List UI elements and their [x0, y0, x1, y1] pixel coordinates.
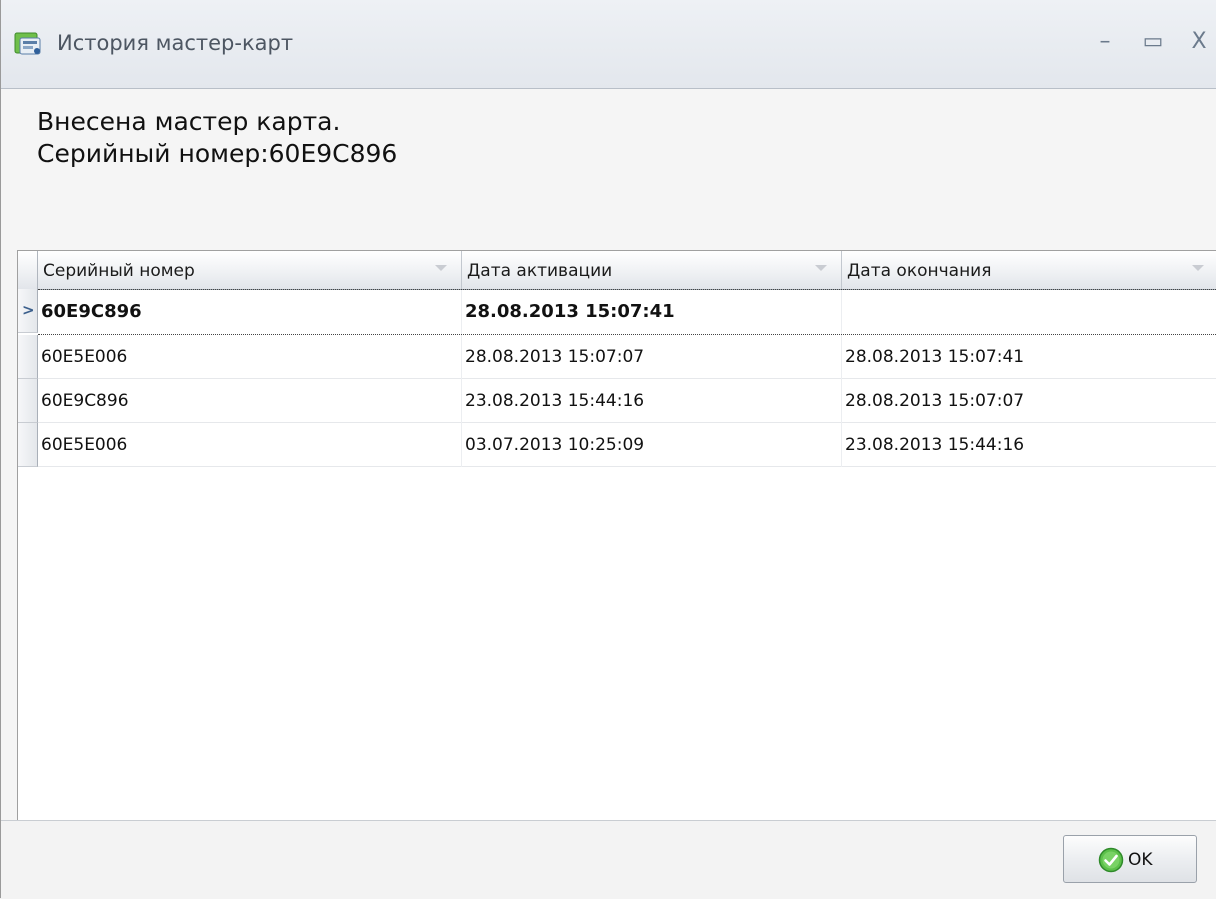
current-row-arrow-icon: >: [22, 301, 35, 319]
minimize-icon[interactable]: –: [1087, 26, 1123, 58]
cell-activation[interactable]: 23.08.2013 15:44:16: [462, 379, 842, 423]
message-line-1: Внесена мастер карта.: [37, 107, 341, 136]
master-cards-grid[interactable]: Серийный номер Дата активации Дата оконч…: [17, 250, 1216, 821]
ok-button-label: OK: [1128, 850, 1153, 870]
row-indicator[interactable]: >: [18, 289, 38, 333]
close-icon[interactable]: X: [1181, 26, 1216, 58]
cell-serial[interactable]: 60E9C896: [38, 290, 462, 334]
table-row[interactable]: 60E9C896 23.08.2013 15:44:16 28.08.2013 …: [38, 379, 1216, 423]
column-header-end-label: Дата окончания: [847, 261, 992, 281]
check-circle-icon: [1098, 847, 1124, 873]
column-header-serial-label: Серийный номер: [43, 261, 195, 281]
column-header-activation-label: Дата активации: [467, 261, 613, 281]
dialog-footer: OK: [1, 820, 1216, 899]
sort-arrow-icon[interactable]: [1192, 265, 1204, 271]
sort-arrow-icon[interactable]: [435, 265, 447, 271]
column-header-end[interactable]: Дата окончания: [842, 251, 1216, 289]
cell-serial[interactable]: 60E9C896: [38, 379, 462, 423]
table-row[interactable]: 60E5E006 28.08.2013 15:07:07 28.08.2013 …: [38, 335, 1216, 379]
column-header-serial[interactable]: Серийный номер: [38, 251, 462, 289]
cell-end[interactable]: [842, 290, 1216, 334]
window-title: История мастер-карт: [57, 31, 294, 55]
dialog-window: История мастер-карт – ▭ X Внесена мастер…: [0, 0, 1216, 899]
cell-serial[interactable]: 60E5E006: [38, 423, 462, 467]
status-message: Внесена мастер карта. Серийный номер:60E…: [37, 106, 397, 170]
maximize-icon[interactable]: ▭: [1135, 26, 1171, 58]
row-indicator[interactable]: [18, 423, 38, 467]
grid-header: Серийный номер Дата активации Дата оконч…: [18, 251, 1216, 290]
row-indicator[interactable]: [18, 335, 38, 379]
cell-serial[interactable]: 60E5E006: [38, 335, 462, 379]
row-indicator-column: >: [18, 251, 38, 467]
cell-activation[interactable]: 28.08.2013 15:07:41: [462, 290, 842, 334]
row-indicator[interactable]: [18, 379, 38, 423]
sort-arrow-icon[interactable]: [815, 265, 827, 271]
title-bar[interactable]: История мастер-карт – ▭ X: [1, 0, 1216, 89]
table-row[interactable]: 60E9C896 28.08.2013 15:07:41: [38, 289, 1216, 335]
column-header-activation[interactable]: Дата активации: [462, 251, 842, 289]
cell-activation[interactable]: 28.08.2013 15:07:07: [462, 335, 842, 379]
table-row[interactable]: 60E5E006 03.07.2013 10:25:09 23.08.2013 …: [38, 423, 1216, 467]
cell-activation[interactable]: 03.07.2013 10:25:09: [462, 423, 842, 467]
message-line-2: Серийный номер:60E9C896: [37, 139, 398, 168]
app-icon: [14, 30, 44, 56]
cell-end[interactable]: 23.08.2013 15:44:16: [842, 423, 1216, 467]
ok-button[interactable]: OK: [1063, 835, 1197, 883]
cell-end[interactable]: 28.08.2013 15:07:41: [842, 335, 1216, 379]
cell-end[interactable]: 28.08.2013 15:07:07: [842, 379, 1216, 423]
